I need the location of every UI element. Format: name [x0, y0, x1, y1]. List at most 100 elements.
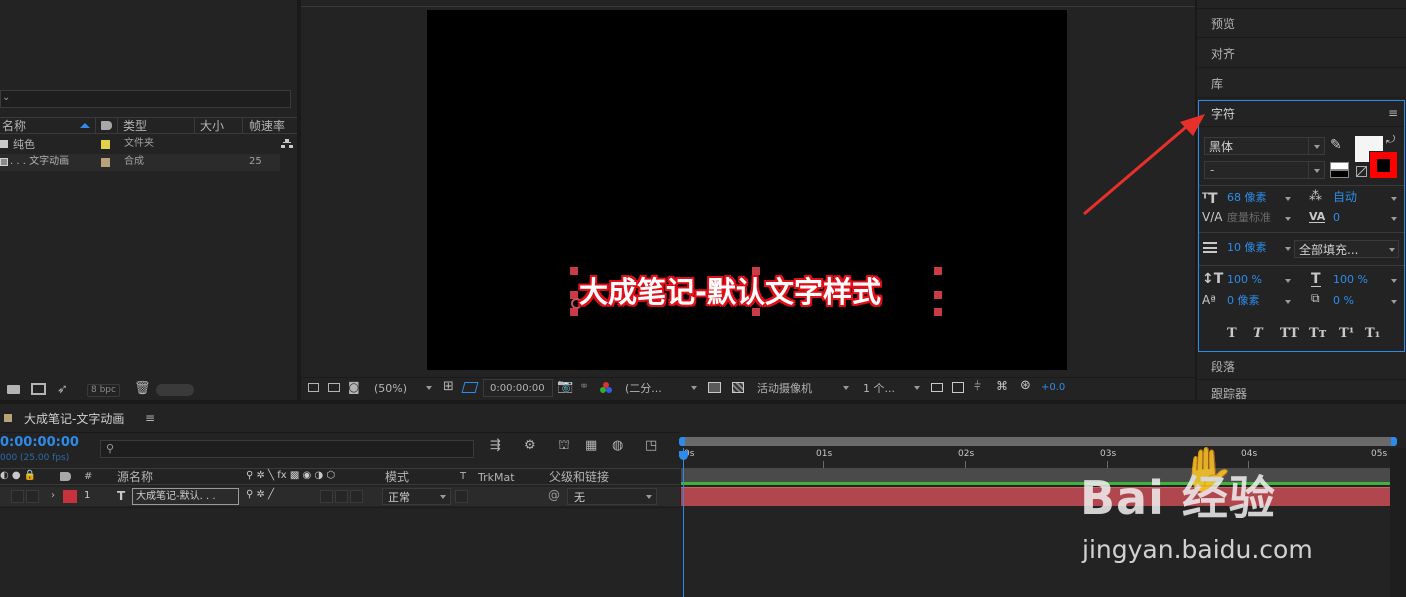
audio-video-icon[interactable]: ◐ ● 🔒 — [0, 471, 36, 481]
chevron-down-icon[interactable] — [1391, 217, 1397, 221]
table-row[interactable]: › 1 T 大成笔记-默认. . . ⚲ ✲ ╱ 正常 @ 无 — [0, 487, 680, 506]
fit-icon[interactable]: ⊞ — [443, 380, 454, 393]
font-style-select[interactable]: - — [1204, 161, 1325, 179]
new-folder-icon[interactable] — [7, 385, 20, 394]
superscript-button[interactable]: T¹ — [1339, 326, 1354, 341]
frame-blending-icon[interactable]: ▦ — [585, 439, 597, 452]
show-snapshot-icon[interactable]: ⚭ — [579, 380, 589, 392]
faux-italic-button[interactable]: T — [1253, 326, 1263, 341]
work-area-bar[interactable] — [679, 437, 1397, 446]
brush-icon[interactable]: ➶ — [57, 383, 68, 396]
font-size-field[interactable]: 68 像素 — [1227, 192, 1267, 203]
item-label-swatch[interactable] — [101, 158, 110, 167]
viewer-canvas[interactable]: 大成笔记-默认文字样式 — [427, 10, 1067, 370]
tracking-field[interactable]: 0 — [1333, 212, 1340, 223]
playhead[interactable] — [683, 448, 684, 597]
transform-handle[interactable] — [752, 267, 760, 275]
stroke-mode-select[interactable]: 全部填充... — [1294, 240, 1399, 258]
chevron-down-icon[interactable] — [1391, 279, 1397, 283]
adjustment-toggle[interactable] — [335, 490, 348, 503]
transform-handle[interactable] — [934, 291, 942, 299]
label-tag-icon[interactable] — [60, 472, 71, 481]
preserve-transparency-toggle[interactable] — [455, 490, 468, 503]
faux-bold-button[interactable]: T — [1227, 326, 1237, 341]
align-panel-tab[interactable]: 对齐 — [1197, 39, 1406, 68]
all-caps-button[interactable]: TT — [1280, 326, 1299, 341]
layer-label-swatch[interactable] — [63, 490, 77, 503]
preview-panel-tab[interactable]: 预览 — [1197, 9, 1406, 38]
timeline-search-input[interactable]: ⚲ — [100, 440, 474, 458]
baseline-shift-field[interactable]: 0 像素 — [1227, 295, 1260, 306]
no-fill-black-icon[interactable] — [1330, 170, 1349, 178]
effects-toggle[interactable] — [320, 490, 333, 503]
transform-handle[interactable] — [934, 308, 942, 316]
color-channels-icon[interactable] — [600, 382, 612, 394]
project-search-input[interactable]: ⌄ — [0, 90, 291, 108]
text-layer[interactable]: 大成笔记-默认文字样式 — [579, 278, 881, 307]
swap-colors-icon[interactable]: ⤾ — [1386, 134, 1395, 145]
col-parent-header[interactable]: 父级和链接 — [549, 471, 609, 483]
chevron-down-icon[interactable] — [1285, 300, 1291, 304]
panel-menu-icon[interactable]: ≡ — [1388, 107, 1398, 119]
viewer-timecode[interactable]: 0:00:00:00 — [483, 379, 553, 397]
parent-select[interactable]: 无 — [567, 488, 657, 505]
transform-handle[interactable] — [752, 308, 760, 316]
expand-chevron-icon[interactable]: › — [51, 491, 55, 501]
eyedropper-icon[interactable]: ✎ — [1330, 138, 1342, 152]
resolution-dropdown[interactable]: (二分... — [621, 379, 701, 397]
always-preview-icon[interactable] — [308, 383, 319, 392]
no-fill-white-icon[interactable] — [1330, 162, 1349, 170]
project-scrollbar[interactable] — [156, 384, 194, 396]
sort-ascending-icon[interactable] — [80, 123, 90, 128]
small-caps-button[interactable]: Tт — [1309, 326, 1327, 341]
font-family-select[interactable]: 黑体 — [1204, 137, 1325, 155]
col-size-header[interactable]: 大小 — [200, 120, 224, 132]
composition-flowchart-icon[interactable]: ⇶ — [490, 439, 501, 452]
col-mode-header[interactable]: 模式 — [385, 471, 409, 483]
3d-view-icon[interactable]: ⌘ — [996, 380, 1008, 392]
exposure-value[interactable]: +0.0 — [1041, 383, 1065, 393]
stroke-width-field[interactable]: 10 像素 — [1227, 242, 1267, 253]
character-panel-title[interactable]: 字符 — [1211, 108, 1235, 120]
new-composition-icon[interactable] — [31, 383, 46, 395]
fast-preview-icon[interactable] — [708, 382, 721, 393]
region-of-interest-icon[interactable] — [461, 382, 479, 393]
horizontal-scale-field[interactable]: 100 % — [1333, 274, 1368, 285]
chevron-down-icon[interactable] — [1285, 247, 1291, 251]
hierarchy-icon[interactable] — [281, 139, 293, 149]
draft-3d-icon[interactable]: ⚙ — [524, 439, 536, 452]
list-item[interactable]: . . . 文字动画 合成 25 — [0, 154, 280, 171]
composition-tab[interactable]: 大成笔记-文字动画 — [24, 413, 124, 425]
mask-icon[interactable]: ◙ — [348, 381, 360, 393]
col-type-header[interactable]: 类型 — [123, 120, 147, 132]
col-trkmat-header[interactable]: TrkMat — [478, 472, 515, 483]
graph-editor-icon[interactable]: ◳ — [645, 439, 657, 452]
video-toggle[interactable] — [11, 490, 24, 503]
chevron-down-icon[interactable] — [1285, 279, 1291, 283]
item-label-swatch[interactable] — [101, 140, 110, 149]
chevron-down-icon[interactable] — [1285, 217, 1291, 221]
layer-switches[interactable]: ⚲ ✲ ╱ — [246, 490, 274, 500]
chevron-down-icon[interactable] — [1391, 197, 1397, 201]
panel-menu-icon[interactable]: ≡ — [145, 412, 155, 424]
camera-dropdown[interactable]: 活动摄像机 — [751, 379, 856, 397]
library-panel-tab[interactable]: 库 — [1197, 69, 1406, 98]
3d-layer-toggle[interactable] — [350, 490, 363, 503]
leading-field[interactable]: 自动 — [1333, 191, 1357, 203]
chevron-down-icon[interactable] — [1285, 197, 1291, 201]
transparency-grid-icon[interactable] — [732, 382, 744, 393]
col-source-header[interactable]: 源名称 — [117, 471, 153, 483]
flowchart-icon[interactable]: ⫩ — [974, 380, 981, 392]
trash-icon[interactable]: 🗑 — [134, 382, 151, 395]
paragraph-panel-tab[interactable]: 段落 — [1197, 354, 1406, 380]
label-tag-icon[interactable] — [101, 121, 112, 130]
playhead-handle[interactable] — [679, 451, 688, 460]
monitor-icon[interactable] — [328, 383, 340, 392]
chevron-down-icon[interactable] — [1391, 300, 1397, 304]
bpc-button[interactable]: 8 bpc — [87, 384, 120, 397]
solo-toggle[interactable] — [26, 490, 39, 503]
tsume-field[interactable]: 0 % — [1333, 295, 1354, 306]
col-name-header[interactable]: 名称 — [2, 120, 26, 132]
tracker-panel-tab[interactable]: 跟踪器 — [1197, 381, 1406, 402]
transform-handle[interactable] — [570, 267, 578, 275]
